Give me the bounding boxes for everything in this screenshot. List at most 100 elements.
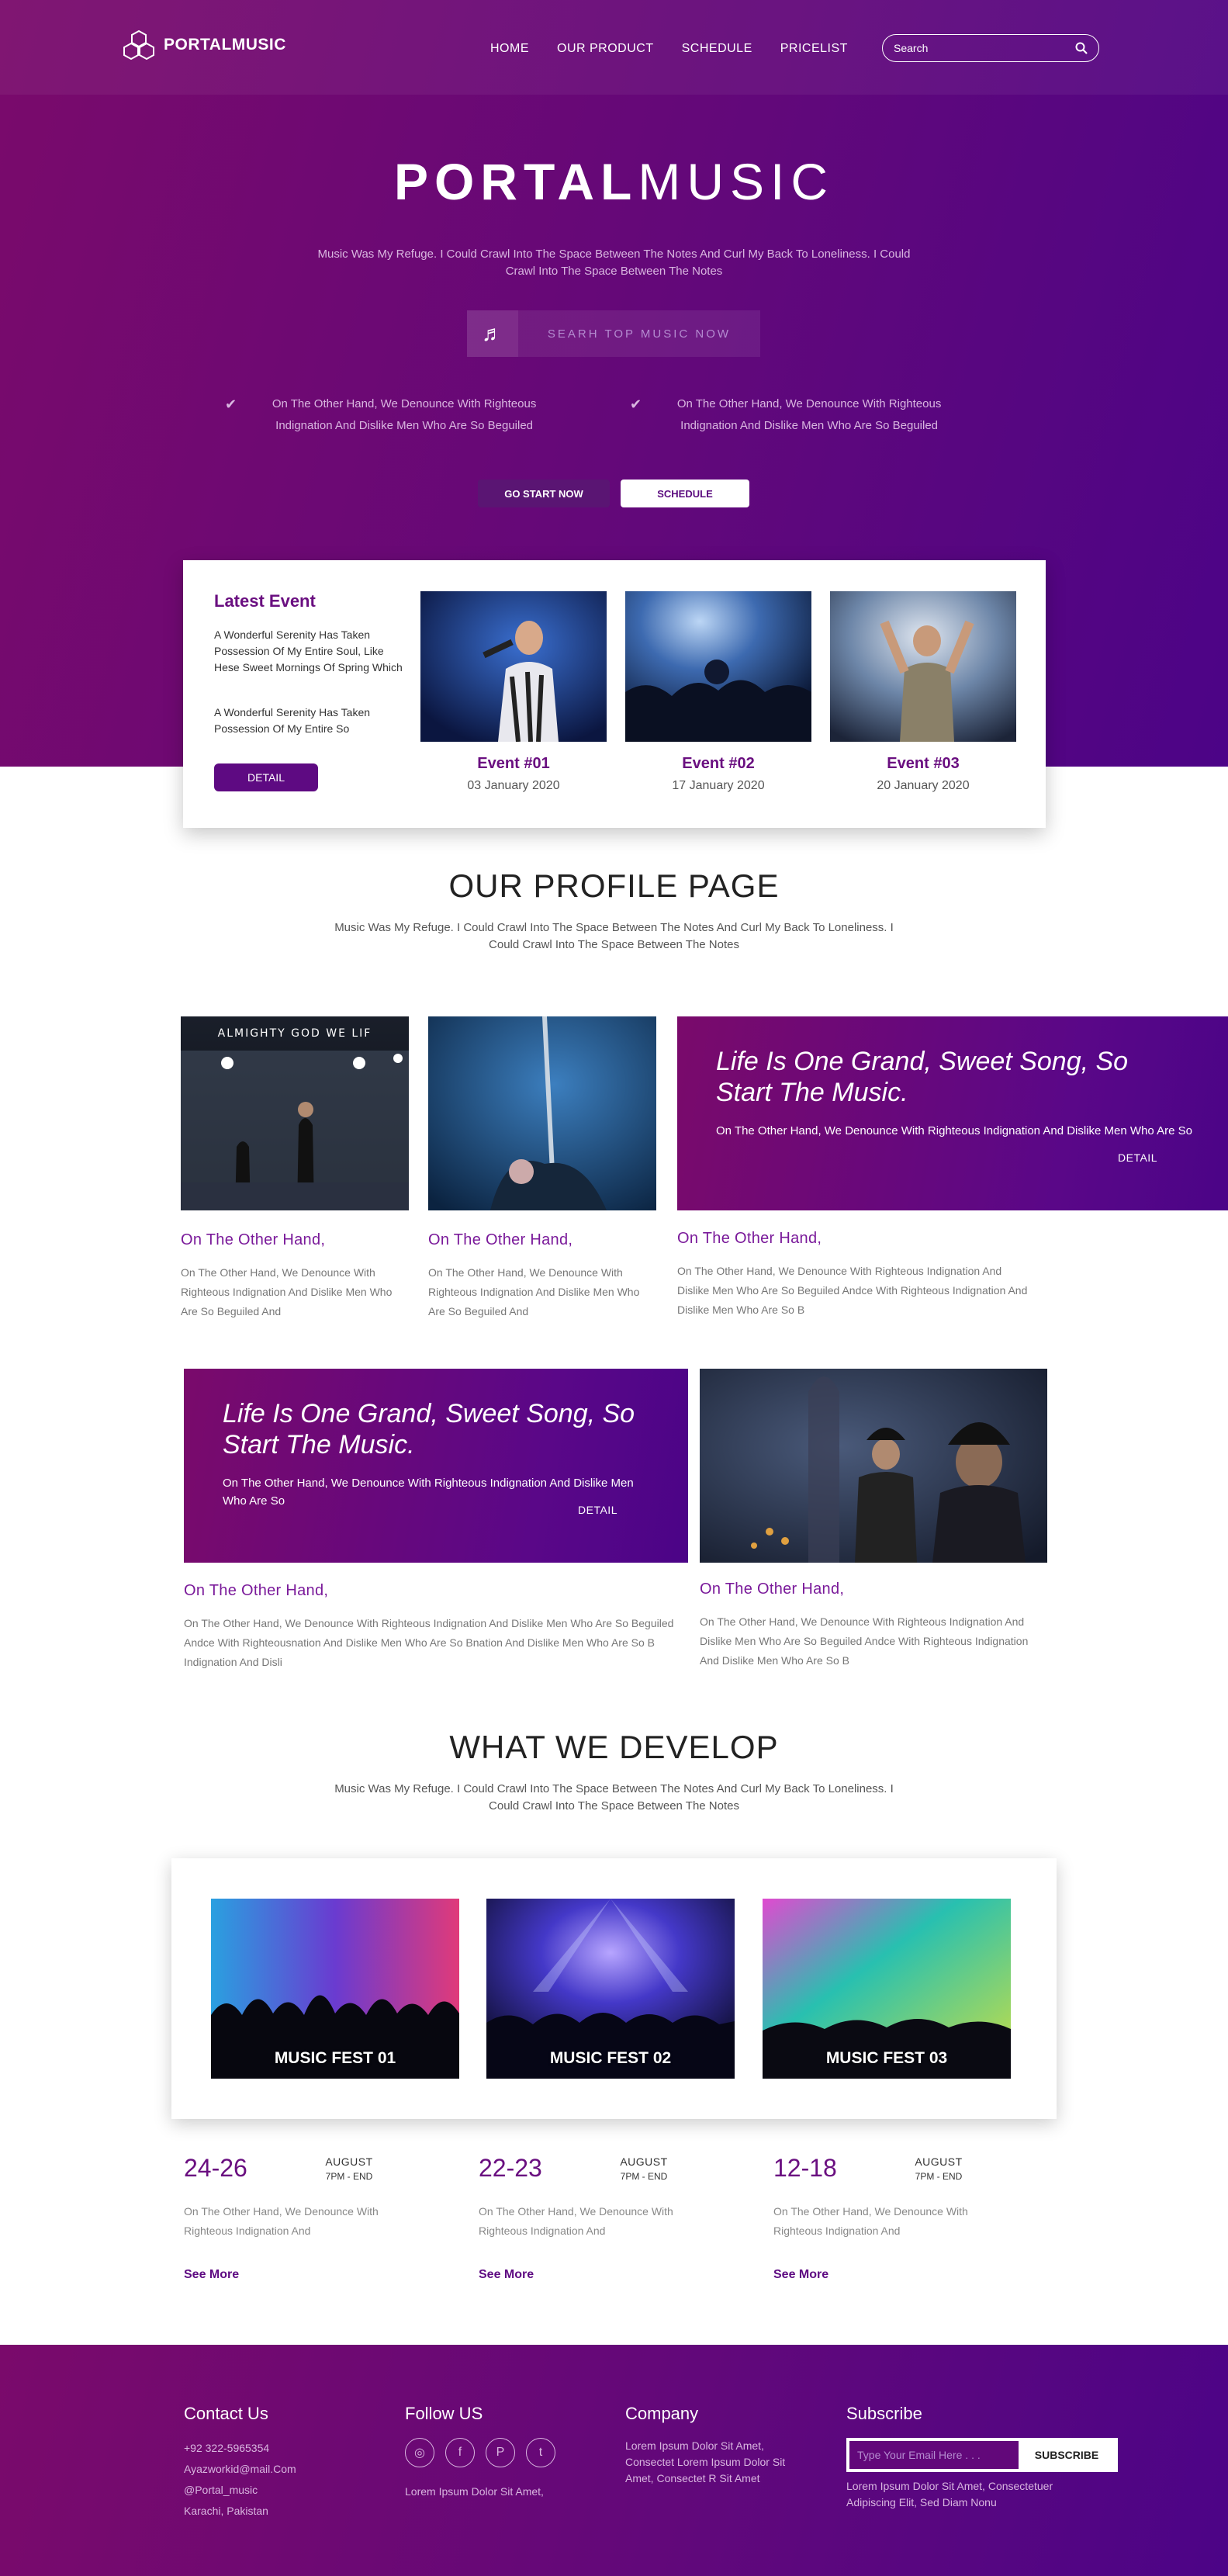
see-more-link[interactable]: See More bbox=[773, 2268, 828, 2282]
pinterest-icon[interactable]: P bbox=[486, 2438, 515, 2467]
music-fest-label: MUSIC FEST 01 bbox=[274, 2049, 396, 2067]
promo-heading: Life Is One Grand, Sweet Song, So Start … bbox=[716, 1047, 1129, 1107]
contact-email[interactable]: Ayazworkid@mail.Com bbox=[184, 2459, 296, 2480]
event-image bbox=[420, 591, 607, 743]
date-description: On The Other Hand, We Denounce With Righ… bbox=[773, 2205, 968, 2237]
event-date: 20 January 2020 bbox=[877, 779, 970, 792]
event-name: Event #02 bbox=[682, 755, 755, 772]
facebook-icon[interactable]: f bbox=[445, 2438, 475, 2467]
footer-company: Company Lorem Ipsum Dolor Sit Amet, Cons… bbox=[625, 2404, 804, 2487]
profile-image-guitarist bbox=[428, 1016, 656, 1210]
music-fest-label: MUSIC FEST 02 bbox=[549, 2049, 672, 2067]
date-month: AUGUST bbox=[325, 2155, 373, 2168]
event-date: 03 January 2020 bbox=[467, 779, 560, 792]
subscribe-form: Type Your Email Here . . . SUBSCRIBE bbox=[846, 2438, 1118, 2472]
date-range: 22-23 bbox=[479, 2154, 542, 2182]
twitter-icon[interactable]: t bbox=[526, 2438, 555, 2467]
search-placeholder: Search bbox=[894, 42, 929, 54]
contact-address: Karachi, Pakistan bbox=[184, 2505, 268, 2517]
footer-subscribe-text: Lorem Ipsum Dolor Sit Amet, Consectetuer… bbox=[846, 2480, 1053, 2508]
subscribe-button[interactable]: SUBSCRIBE bbox=[1019, 2449, 1115, 2461]
latest-event-text: A Wonderful Serenity Has Taken Possessio… bbox=[214, 628, 403, 673]
hero-title: PORTALMUSIC bbox=[0, 152, 1228, 211]
latest-event-text: A Wonderful Serenity Has Taken Possessio… bbox=[214, 706, 371, 735]
see-more-link[interactable]: See More bbox=[184, 2268, 239, 2282]
music-fest-item[interactable]: MUSIC FEST 01 bbox=[211, 1899, 459, 2079]
music-fest-item[interactable]: MUSIC FEST 02 bbox=[486, 1899, 735, 2079]
date-time: 7PM - END bbox=[325, 2171, 373, 2182]
develop-title: WHAT WE DEVELOP bbox=[449, 1729, 779, 1765]
event-image bbox=[830, 591, 1016, 742]
search-icon[interactable] bbox=[1075, 42, 1088, 54]
hero-check-text: On The Other Hand, We Denounce With Righ… bbox=[272, 397, 537, 432]
footer-company-text: Lorem Ipsum Dolor Sit Amet, Consectet Lo… bbox=[625, 2439, 786, 2484]
date-description: On The Other Hand, We Denounce With Righ… bbox=[479, 2205, 673, 2237]
event-image bbox=[625, 591, 811, 742]
hero-check-2: ✔ On The Other Hand, We Denounce With Ri… bbox=[630, 393, 964, 437]
date-description: On The Other Hand, We Denounce With Righ… bbox=[184, 2205, 379, 2237]
date-time: 7PM - END bbox=[915, 2171, 963, 2182]
profile-item-heading: On The Other Hand, bbox=[677, 1230, 822, 1247]
search-input[interactable]: Search bbox=[882, 34, 1099, 62]
date-time: 7PM - END bbox=[620, 2171, 668, 2182]
profile-title: OUR PROFILE PAGE bbox=[448, 867, 780, 904]
check-icon: ✔ bbox=[630, 396, 642, 412]
promo-text: On The Other Hand, We Denounce With Righ… bbox=[716, 1124, 1192, 1137]
date-month: AUGUST bbox=[915, 2155, 963, 2168]
event-item[interactable]: Event #02 17 January 2020 bbox=[625, 591, 811, 793]
footer-contact: Contact Us +92 322-5965354 Ayazworkid@ma… bbox=[184, 2404, 296, 2522]
music-fest-card: MUSIC FEST 01 MUSIC FEST 02 MUSIC FEST 0… bbox=[171, 1858, 1057, 2119]
nav-home[interactable]: HOME bbox=[490, 42, 529, 56]
instagram-icon[interactable]: ◎ bbox=[405, 2438, 434, 2467]
nav-schedule[interactable]: SCHEDULE bbox=[682, 42, 752, 56]
footer-follow: Follow US ◎ f P t Lorem Ipsum Dolor Sit … bbox=[405, 2404, 555, 2502]
footer-subscribe-title: Subscribe bbox=[846, 2404, 922, 2423]
photo-caption: ALMIGHTY GOD WE LIF bbox=[218, 1027, 372, 1040]
hero-title-light: MUSIC bbox=[638, 153, 835, 210]
check-icon: ✔ bbox=[225, 396, 237, 412]
footer-company-title: Company bbox=[625, 2404, 699, 2423]
nav-our-product[interactable]: OUR PRODUCT bbox=[557, 42, 654, 56]
profile-item-heading: On The Other Hand, bbox=[184, 1582, 329, 1599]
footer-contact-title: Contact Us bbox=[184, 2404, 268, 2423]
profile-image-performers bbox=[700, 1369, 1047, 1563]
event-name: Event #01 bbox=[477, 755, 550, 772]
event-item[interactable]: Event #03 20 January 2020 bbox=[830, 591, 1016, 793]
go-start-button[interactable]: GO START NOW bbox=[478, 480, 610, 507]
footer-follow-text: Lorem Ipsum Dolor Sit Amet, bbox=[405, 2485, 544, 2498]
music-notes-icon: ♬ bbox=[467, 310, 518, 357]
promo-banner: Life Is One Grand, Sweet Song, So Start … bbox=[184, 1369, 688, 1563]
logo[interactable]: PORTALMUSIC bbox=[122, 29, 286, 61]
profile-item-text: On The Other Hand, We Denounce With Righ… bbox=[181, 1266, 393, 1317]
hero-subtitle: Music Was My Refuge. I Could Crawl Into … bbox=[317, 248, 911, 278]
search-music-button[interactable]: ♬ SEARH TOP MUSIC NOW bbox=[467, 310, 760, 357]
music-fest-label: MUSIC FEST 03 bbox=[825, 2049, 948, 2067]
profile-item-text: On The Other Hand, We Denounce With Righ… bbox=[677, 1265, 1028, 1316]
footer-follow-title: Follow US bbox=[405, 2404, 483, 2423]
promo-detail-link[interactable]: DETAIL bbox=[578, 1504, 617, 1516]
promo-detail-link[interactable]: DETAIL bbox=[1118, 1151, 1157, 1164]
latest-event-title: Latest Event bbox=[214, 591, 316, 611]
profile-item-heading: On The Other Hand, bbox=[428, 1231, 573, 1248]
develop-subtitle: Music Was My Refuge. I Could Crawl Into … bbox=[334, 1782, 894, 1813]
promo-banner: Life Is One Grand, Sweet Song, So Start … bbox=[677, 1016, 1228, 1210]
search-music-label: SEARH TOP MUSIC NOW bbox=[547, 327, 732, 341]
social-icons: ◎ f P t bbox=[405, 2438, 555, 2467]
profile-item-heading: On The Other Hand, bbox=[181, 1231, 326, 1248]
contact-phone[interactable]: +92 322-5965354 bbox=[184, 2438, 296, 2459]
music-fest-item[interactable]: MUSIC FEST 03 bbox=[763, 1899, 1011, 2079]
detail-button[interactable]: DETAIL bbox=[214, 763, 318, 791]
email-field[interactable]: Type Your Email Here . . . bbox=[849, 2441, 1019, 2469]
profile-item-heading: On The Other Hand, bbox=[700, 1581, 845, 1598]
event-date: 17 January 2020 bbox=[672, 779, 765, 792]
event-name: Event #03 bbox=[887, 755, 960, 772]
contact-handle[interactable]: @Portal_music bbox=[184, 2480, 296, 2501]
latest-event-card: Latest Event A Wonderful Serenity Has Ta… bbox=[183, 560, 1046, 828]
event-item[interactable]: Event #01 03 January 2020 bbox=[420, 591, 607, 793]
main-nav: HOME OUR PRODUCT SCHEDULE PRICELIST bbox=[490, 42, 848, 56]
navbar: PORTALMUSIC HOME OUR PRODUCT SCHEDULE PR… bbox=[0, 0, 1228, 95]
see-more-link[interactable]: See More bbox=[479, 2268, 534, 2282]
schedule-button[interactable]: SCHEDULE bbox=[621, 480, 749, 507]
logo-text: PORTALMUSIC bbox=[164, 36, 286, 54]
nav-pricelist[interactable]: PRICELIST bbox=[780, 42, 848, 56]
